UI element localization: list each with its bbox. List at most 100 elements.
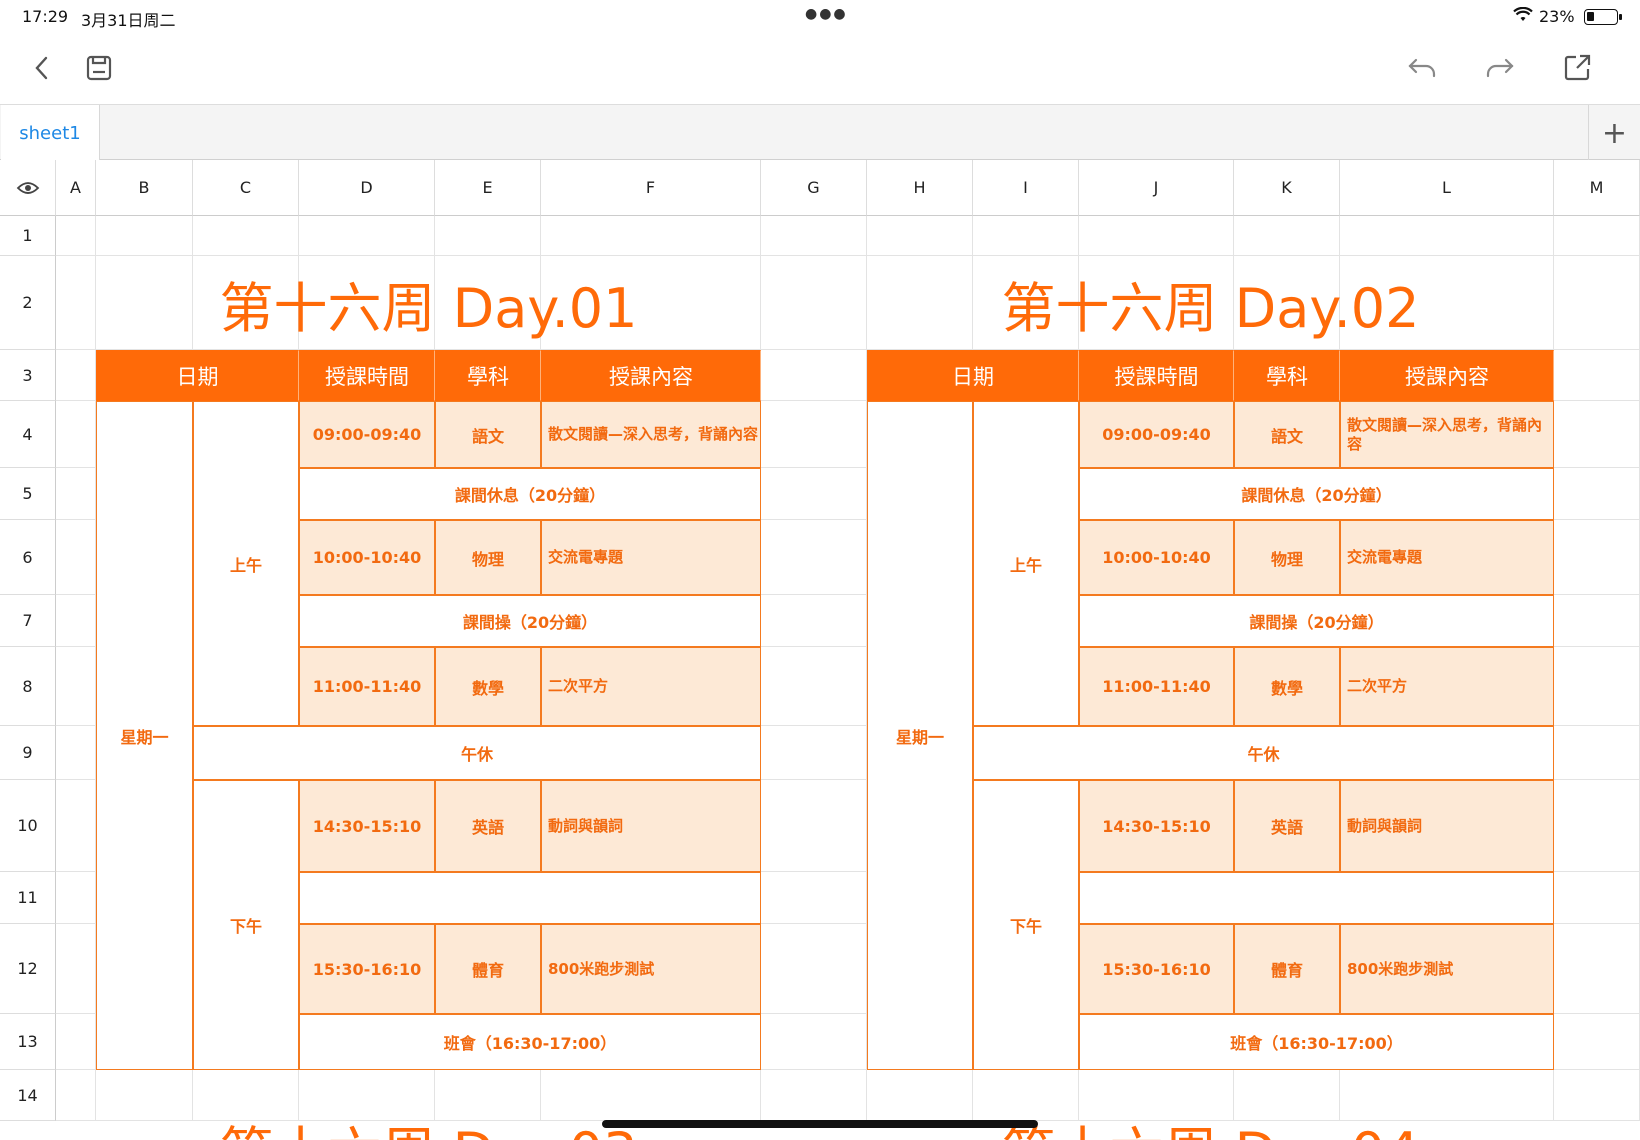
break-cell[interactable]: 課間休息（20分鐘） <box>299 468 761 520</box>
multitask-dots-icon[interactable]: ●●● <box>805 6 848 22</box>
row-header[interactable]: 5 <box>0 468 56 520</box>
grid-cell[interactable] <box>56 1070 96 1121</box>
day-cell[interactable]: 星期一 <box>867 401 973 1070</box>
row-header[interactable]: 2 <box>0 256 56 350</box>
column-header[interactable]: I <box>973 160 1079 216</box>
class-content[interactable]: 交流電專題 <box>1340 520 1554 595</box>
grid-cell[interactable] <box>1234 216 1340 256</box>
class-subject[interactable]: 英語 <box>435 780 541 872</box>
class-time[interactable]: 10:00-10:40 <box>299 520 435 595</box>
class-content[interactable]: 800米跑步測試 <box>1340 924 1554 1014</box>
grid-cell[interactable] <box>193 216 299 256</box>
schedule-title[interactable]: 第十六周 Day.02 <box>867 256 1554 350</box>
class-time[interactable]: 14:30-15:10 <box>1079 780 1234 872</box>
class-time[interactable]: 15:30-16:10 <box>1079 924 1234 1014</box>
grid-cell[interactable] <box>761 256 867 350</box>
share-button[interactable] <box>1558 48 1598 88</box>
meeting-cell[interactable]: 班會（16:30-17:00） <box>1079 1014 1554 1070</box>
grid-cell[interactable] <box>96 1070 193 1121</box>
class-subject[interactable]: 英語 <box>1234 780 1340 872</box>
row-header[interactable]: 14 <box>0 1070 56 1121</box>
grid-cell[interactable] <box>867 216 973 256</box>
redo-button[interactable] <box>1480 48 1520 88</box>
column-header[interactable]: G <box>761 160 867 216</box>
grid-cell[interactable] <box>1554 872 1640 924</box>
grid-cell[interactable] <box>1554 595 1640 647</box>
header-content[interactable]: 授課內容 <box>541 350 761 401</box>
class-content[interactable]: 800米跑步測試 <box>541 924 761 1014</box>
grid-cell[interactable] <box>761 924 867 1014</box>
grid-cell[interactable] <box>56 1014 96 1070</box>
column-header[interactable]: B <box>96 160 193 216</box>
header-subject[interactable]: 學科 <box>435 350 541 401</box>
grid-cell[interactable] <box>761 216 867 256</box>
class-content[interactable]: 散文閱讀—深入思考，背誦內容 <box>1340 401 1554 468</box>
grid-cell[interactable] <box>973 1070 1079 1121</box>
class-subject[interactable]: 物理 <box>1234 520 1340 595</box>
grid-cell[interactable] <box>56 256 96 350</box>
grid-cell[interactable] <box>1554 256 1640 350</box>
row-header[interactable]: 13 <box>0 1014 56 1070</box>
class-time[interactable]: 09:00-09:40 <box>299 401 435 468</box>
class-time[interactable]: 14:30-15:10 <box>299 780 435 872</box>
grid-cell[interactable] <box>761 780 867 872</box>
class-time[interactable]: 11:00-11:40 <box>1079 647 1234 726</box>
class-subject[interactable]: 體育 <box>435 924 541 1014</box>
class-subject[interactable]: 物理 <box>435 520 541 595</box>
grid-cell[interactable] <box>56 780 96 872</box>
grid-cell[interactable] <box>56 350 96 401</box>
class-content[interactable]: 二次平方 <box>1340 647 1554 726</box>
class-subject[interactable]: 語文 <box>1234 401 1340 468</box>
class-content[interactable]: 動詞與韻詞 <box>1340 780 1554 872</box>
header-subject[interactable]: 學科 <box>1234 350 1340 401</box>
day-cell[interactable]: 星期一 <box>96 401 193 1070</box>
grid-cell[interactable] <box>1554 647 1640 726</box>
column-header[interactable]: H <box>867 160 973 216</box>
morning-cell[interactable]: 上午 <box>193 401 299 726</box>
header-date[interactable]: 日期 <box>867 350 1079 401</box>
class-content[interactable]: 二次平方 <box>541 647 761 726</box>
row-header[interactable]: 1 <box>0 216 56 256</box>
grid-cell[interactable] <box>1554 780 1640 872</box>
grid-cell[interactable] <box>56 872 96 924</box>
grid-cell[interactable] <box>761 595 867 647</box>
grid-cell[interactable] <box>541 1070 761 1121</box>
afternoon-cell[interactable]: 下午 <box>973 780 1079 1070</box>
grid-cell[interactable] <box>56 595 96 647</box>
class-subject[interactable]: 體育 <box>1234 924 1340 1014</box>
grid-cell[interactable] <box>761 401 867 468</box>
class-content[interactable]: 交流電專題 <box>541 520 761 595</box>
class-time[interactable]: 15:30-16:10 <box>299 924 435 1014</box>
column-header[interactable]: F <box>541 160 761 216</box>
grid-cell[interactable] <box>299 1070 435 1121</box>
header-time[interactable]: 授課時間 <box>1079 350 1234 401</box>
save-button[interactable] <box>80 48 120 88</box>
row-header[interactable]: 10 <box>0 780 56 872</box>
back-button[interactable] <box>22 48 62 88</box>
grid-cell[interactable] <box>1554 350 1640 401</box>
grid-cell[interactable] <box>1554 401 1640 468</box>
class-subject[interactable]: 語文 <box>435 401 541 468</box>
grid-cell[interactable] <box>761 520 867 595</box>
break-cell[interactable]: 課間休息（20分鐘） <box>1079 468 1554 520</box>
grid-cell[interactable] <box>761 1014 867 1070</box>
grid-cell[interactable] <box>299 216 435 256</box>
grid-cell[interactable] <box>1554 1070 1640 1121</box>
column-header[interactable]: D <box>299 160 435 216</box>
row-header[interactable]: 6 <box>0 520 56 595</box>
sheet-tab[interactable]: sheet1 <box>1 105 100 161</box>
header-content[interactable]: 授課內容 <box>1340 350 1554 401</box>
grid-cell[interactable] <box>761 468 867 520</box>
grid-cell[interactable] <box>1554 468 1640 520</box>
grid-cell[interactable] <box>435 216 541 256</box>
column-header[interactable]: A <box>56 160 96 216</box>
grid-cell[interactable] <box>56 401 96 468</box>
grid-cell[interactable] <box>1340 216 1554 256</box>
column-header[interactable]: E <box>435 160 541 216</box>
grid-cell[interactable] <box>1554 216 1640 256</box>
add-sheet-button[interactable]: + <box>1588 105 1640 161</box>
grid-cell[interactable] <box>96 216 193 256</box>
grid-cell[interactable] <box>56 520 96 595</box>
column-header[interactable]: C <box>193 160 299 216</box>
lunch-cell[interactable]: 午休 <box>973 726 1554 780</box>
